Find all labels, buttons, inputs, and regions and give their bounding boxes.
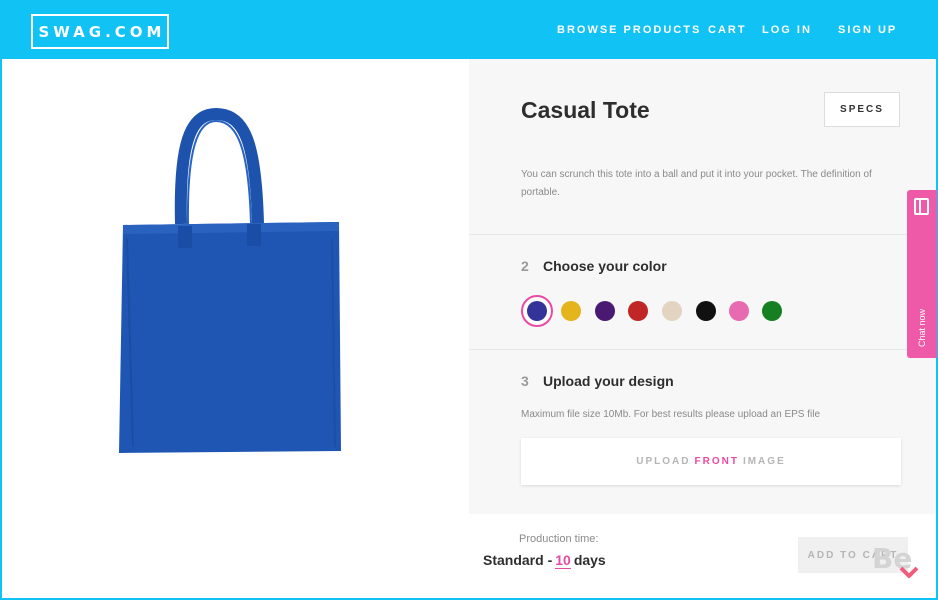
color-swatch-purple[interactable] — [595, 301, 615, 321]
chat-now-label: Chat now — [917, 308, 927, 348]
production-prefix: Standard - — [483, 552, 553, 568]
nav-cart[interactable]: CART — [708, 24, 747, 36]
color-swatch-green[interactable] — [762, 301, 782, 321]
top-navigation-bar: SWAG.COM BROWSE PRODUCTS CART LOG IN SIG… — [0, 0, 938, 59]
step-title-color: Choose your color — [543, 258, 667, 274]
color-swatch-natural[interactable] — [662, 301, 682, 321]
chat-now-tab[interactable]: Chat now — [907, 190, 937, 358]
order-footer: Production time: Standard -10 days ADD TO… — [469, 514, 936, 598]
chat-panel-icon — [914, 198, 929, 215]
upload-label-accent: FRONT — [694, 456, 739, 467]
behance-logo-text: Be — [872, 542, 912, 575]
divider — [469, 234, 936, 235]
nav-log-in[interactable]: LOG IN — [762, 24, 812, 36]
upload-label-pre: UPLOAD — [636, 456, 691, 467]
step-title-upload: Upload your design — [543, 373, 674, 389]
step-number-color: 2 — [521, 258, 529, 274]
production-time-label: Production time: — [519, 533, 599, 545]
production-time-value[interactable]: Standard -10 days — [483, 552, 606, 569]
color-swatch-navy[interactable] — [527, 301, 547, 321]
color-swatch-black[interactable] — [696, 301, 716, 321]
step-number-upload: 3 — [521, 373, 529, 389]
nav-sign-up[interactable]: SIGN UP — [838, 24, 897, 36]
behance-logo: Be — [872, 542, 919, 578]
nav-browse-products[interactable]: BROWSE PRODUCTS — [557, 24, 701, 36]
product-image-panel — [2, 59, 469, 598]
specs-button[interactable]: SPECS — [824, 92, 900, 127]
site-logo[interactable]: SWAG.COM — [31, 14, 169, 49]
production-days: 10 — [555, 552, 571, 569]
divider — [469, 349, 936, 350]
color-swatch-red[interactable] — [628, 301, 648, 321]
product-config-panel: Casual Tote SPECS You can scrunch this t… — [469, 59, 936, 514]
upload-front-image-button[interactable]: UPLOAD FRONT IMAGE — [521, 438, 901, 485]
production-unit: days — [573, 552, 606, 568]
product-description: You can scrunch this tote into a ball an… — [521, 169, 872, 198]
color-swatch-pink[interactable] — [729, 301, 749, 321]
product-title: Casual Tote — [521, 97, 650, 123]
color-swatch-gold[interactable] — [561, 301, 581, 321]
tote-bag-image — [119, 108, 341, 453]
upload-label-post: IMAGE — [742, 456, 786, 467]
upload-note: Maximum file size 10Mb. For best results… — [521, 409, 821, 420]
